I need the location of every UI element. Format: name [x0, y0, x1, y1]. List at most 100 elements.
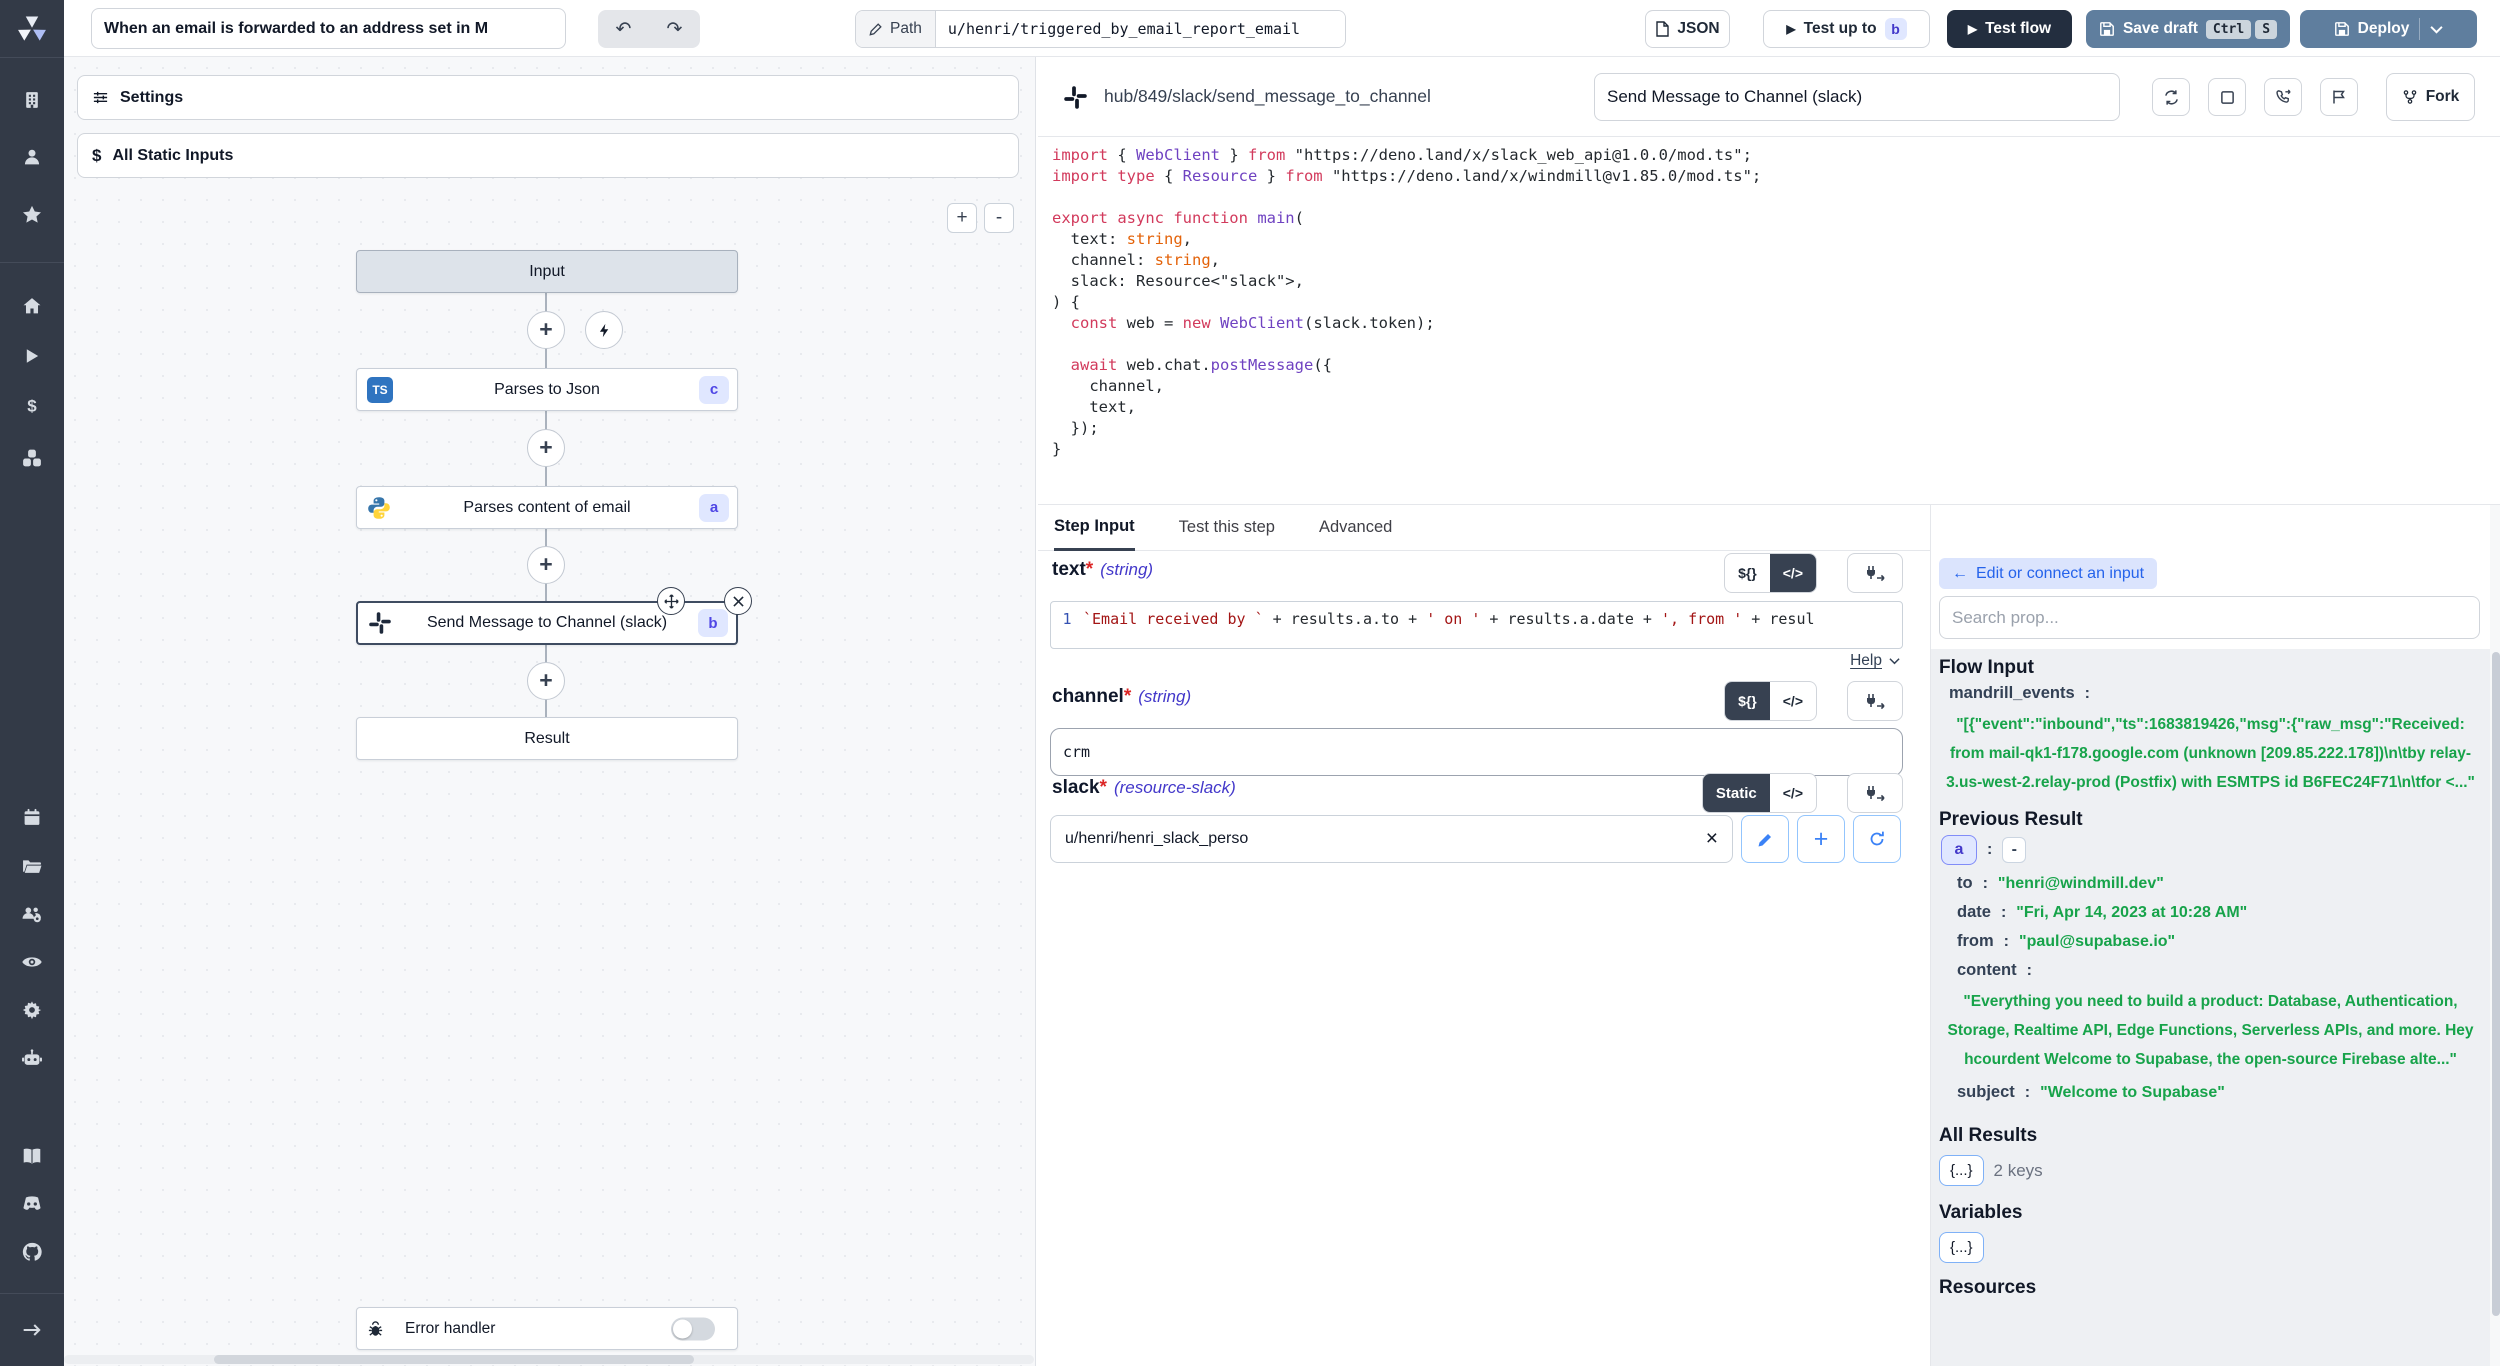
- result-entry-row[interactable]: subject:"Welcome to Supabase": [1957, 1078, 2490, 1107]
- webhook-button[interactable]: [2264, 78, 2302, 116]
- path-value[interactable]: u/henri/triggered_by_email_report_email: [936, 11, 1345, 47]
- all-results-object-badge[interactable]: {...}: [1939, 1155, 1984, 1186]
- runs-play-icon[interactable]: [24, 348, 41, 365]
- channel-value-input[interactable]: [1050, 728, 1903, 776]
- connect-input-button[interactable]: [1847, 681, 1903, 721]
- error-handler-toggle[interactable]: [671, 1317, 715, 1340]
- result-entry-value[interactable]: "paul@supabase.io": [2019, 933, 2175, 951]
- workspace-icon[interactable]: [23, 91, 42, 110]
- all-static-inputs-button[interactable]: $ All Static Inputs: [77, 133, 1019, 178]
- result-entry-row[interactable]: content:: [1957, 956, 2490, 985]
- step-id-badge: c: [699, 376, 729, 404]
- variables-dollar-icon[interactable]: $: [23, 396, 41, 416]
- flow-input-value[interactable]: "[{"event":"inbound","ts":1683819426,"ms…: [1941, 710, 2480, 797]
- zoom-in-button[interactable]: +: [947, 203, 977, 233]
- collapse-arrow-icon[interactable]: [22, 1321, 42, 1339]
- add-step-button[interactable]: +: [527, 429, 565, 467]
- result-entry-row[interactable]: from:"paul@supabase.io": [1957, 927, 2490, 956]
- add-step-button[interactable]: +: [527, 311, 565, 349]
- windmill-logo-icon[interactable]: [17, 14, 47, 44]
- trigger-button[interactable]: [585, 311, 623, 349]
- add-step-button[interactable]: +: [527, 546, 565, 584]
- edit-or-connect-button[interactable]: ← Edit or connect an input: [1939, 558, 2157, 589]
- code-mode-option[interactable]: </>: [1770, 682, 1816, 720]
- schedules-calendar-icon[interactable]: [23, 808, 42, 827]
- variables-object-badge[interactable]: {...}: [1939, 1232, 1984, 1263]
- code-mode-option[interactable]: </>: [1770, 554, 1816, 592]
- context-scrollbar[interactable]: [2490, 505, 2500, 1366]
- code-lines[interactable]: import { WebClient } from "https://deno.…: [1052, 145, 1761, 460]
- sync-script-button[interactable]: [2152, 78, 2190, 116]
- test-flow-button[interactable]: ▶ Test flow: [1947, 10, 2072, 48]
- help-link[interactable]: Help: [1850, 652, 1900, 670]
- tab-step-input[interactable]: Step Input: [1054, 505, 1135, 551]
- box-button[interactable]: [2208, 78, 2246, 116]
- flow-input-key-row[interactable]: mandrill_events:: [1949, 679, 2490, 708]
- zoom-out-button[interactable]: -: [984, 203, 1014, 233]
- result-key-badge[interactable]: a: [1941, 835, 1977, 865]
- redo-button[interactable]: ↷: [649, 10, 700, 48]
- refresh-resource-button[interactable]: [1853, 815, 1901, 863]
- github-icon[interactable]: [22, 1242, 43, 1263]
- flow-node-input[interactable]: Input: [356, 250, 738, 293]
- discord-icon[interactable]: [21, 1196, 43, 1213]
- search-prop-input[interactable]: [1939, 596, 2480, 639]
- edit-path-button[interactable]: Path: [856, 11, 936, 47]
- resources-cubes-icon[interactable]: [22, 448, 42, 468]
- save-draft-button[interactable]: Save draft CtrlS: [2086, 10, 2290, 48]
- static-mode-option[interactable]: Static: [1703, 774, 1770, 812]
- add-resource-button[interactable]: +: [1797, 815, 1845, 863]
- tab-advanced[interactable]: Advanced: [1319, 505, 1392, 551]
- code-mode-option[interactable]: </>: [1770, 774, 1816, 812]
- settings-gear-icon[interactable]: [22, 1000, 42, 1020]
- add-step-button[interactable]: +: [527, 662, 565, 700]
- clear-resource-button[interactable]: ×: [1706, 827, 1718, 851]
- folders-icon[interactable]: [22, 857, 42, 875]
- flow-title-input[interactable]: [91, 8, 566, 49]
- flow-graph-panel: Settings $ All Static Inputs + - Input +…: [64, 57, 1036, 1366]
- chevron-down-icon[interactable]: [2430, 25, 2443, 34]
- result-entry-row[interactable]: to:"henri@windmill.dev": [1957, 869, 2490, 898]
- flow-settings-button[interactable]: Settings: [77, 75, 1019, 120]
- audit-eye-icon[interactable]: [22, 955, 43, 970]
- fork-button[interactable]: Fork: [2386, 73, 2475, 121]
- result-entry-value[interactable]: "henri@windmill.dev": [1998, 875, 2164, 893]
- result-entry-value[interactable]: "Welcome to Supabase": [2040, 1084, 2225, 1102]
- template-mode-option[interactable]: ${}: [1725, 682, 1770, 720]
- user-icon[interactable]: [23, 148, 42, 167]
- error-handler-node[interactable]: Error handler: [356, 1307, 738, 1350]
- slack-resource-picker[interactable]: u/henri/henri_slack_perso ×: [1050, 815, 1733, 863]
- sidebar-divider: [0, 57, 64, 58]
- move-step-handle[interactable]: [657, 587, 685, 615]
- deploy-button[interactable]: Deploy: [2300, 10, 2477, 48]
- text-expression-code[interactable]: `Email received by ` + results.a.to + ' …: [1083, 602, 1815, 648]
- groups-icon[interactable]: [22, 905, 43, 924]
- flow-node-parses-content[interactable]: Parses content of email a: [356, 486, 738, 529]
- result-entry-value[interactable]: "Fri, Apr 14, 2023 at 10:28 AM": [2016, 904, 2247, 922]
- flow-horizontal-scrollbar[interactable]: [64, 1355, 1034, 1364]
- template-mode-option[interactable]: ${}: [1725, 554, 1770, 592]
- flow-node-result[interactable]: Result: [356, 717, 738, 760]
- connect-input-button[interactable]: [1847, 553, 1903, 593]
- home-icon[interactable]: [23, 297, 42, 316]
- result-entry-value[interactable]: "Everything you need to build a product:…: [1941, 987, 2480, 1074]
- refresh-icon: [1868, 830, 1886, 848]
- code-line: import { WebClient } from "https://deno.…: [1052, 145, 1761, 166]
- favorites-star-icon[interactable]: [22, 205, 42, 225]
- flag-button[interactable]: [2320, 78, 2358, 116]
- tab-test-this-step[interactable]: Test this step: [1179, 505, 1275, 551]
- connect-input-button[interactable]: [1847, 773, 1903, 813]
- workers-robot-icon[interactable]: [22, 1049, 43, 1068]
- docs-book-icon[interactable]: [22, 1147, 43, 1165]
- json-button[interactable]: JSON: [1645, 10, 1730, 48]
- edit-resource-button[interactable]: [1741, 815, 1789, 863]
- collapse-badge[interactable]: -: [2002, 837, 2026, 863]
- delete-step-button[interactable]: [724, 587, 752, 615]
- undo-button[interactable]: ↶: [598, 10, 649, 48]
- flow-node-parses-to-json[interactable]: TS Parses to Json c: [356, 368, 738, 411]
- toggle-knob: [673, 1319, 692, 1338]
- test-up-to-button[interactable]: ▶ Test up to b: [1763, 10, 1930, 48]
- text-expression-editor[interactable]: 1 `Email received by ` + results.a.to + …: [1050, 601, 1903, 649]
- step-summary-input[interactable]: [1594, 73, 2120, 121]
- result-entry-row[interactable]: date:"Fri, Apr 14, 2023 at 10:28 AM": [1957, 898, 2490, 927]
